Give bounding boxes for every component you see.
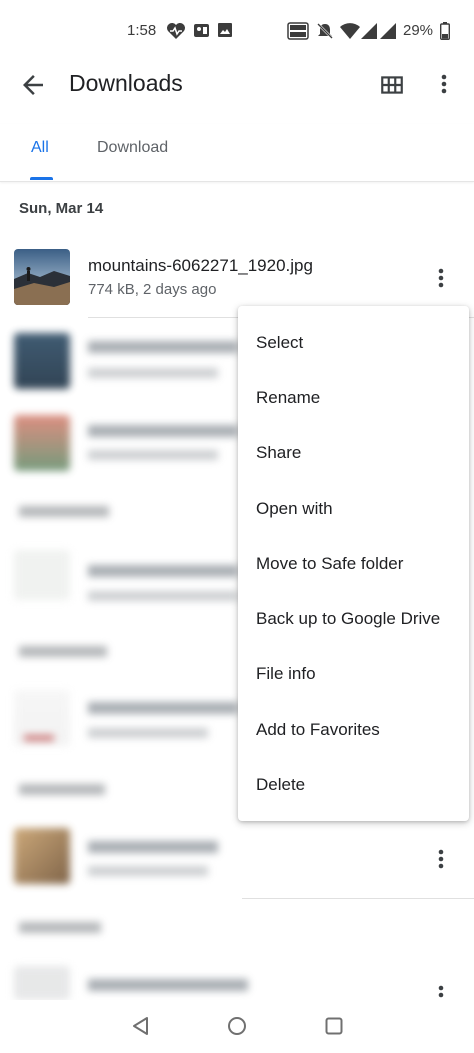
menu-item-back-up-to-google-drive[interactable]: Back up to Google Drive <box>256 609 440 629</box>
photos-notification-icon <box>194 24 209 37</box>
battery-percent: 29% <box>403 22 434 39</box>
menu-item-add-to-favorites[interactable]: Add to Favorites <box>256 720 380 740</box>
blurred-text <box>88 565 238 577</box>
blurred-text <box>88 702 238 714</box>
blurred-text <box>88 450 218 460</box>
tab-indicator <box>30 177 53 180</box>
nav-back-icon[interactable] <box>129 1014 153 1038</box>
section-header: Sun, Mar 14 <box>19 200 104 217</box>
menu-item-select[interactable]: Select <box>256 333 303 353</box>
blurred-text <box>88 425 238 437</box>
row-divider <box>242 898 474 899</box>
image-notification-icon <box>218 23 232 37</box>
system-nav-bar <box>0 1000 474 1053</box>
menu-item-rename[interactable]: Rename <box>256 388 320 408</box>
blurred-thumbnail <box>14 828 70 884</box>
tab-all[interactable]: All <box>31 139 49 157</box>
status-bar: 1:58 29% <box>0 0 474 62</box>
blurred-header <box>19 922 101 933</box>
blurred-header <box>19 646 107 657</box>
status-time: 1:58 <box>127 22 157 39</box>
volte-icon <box>287 22 309 40</box>
signal-icon-1 <box>361 23 377 39</box>
blurred-header <box>19 506 109 517</box>
blurred-text <box>88 866 208 876</box>
file-meta: 774 kB, 2 days ago <box>88 281 217 298</box>
nav-recents-icon[interactable] <box>322 1014 346 1038</box>
menu-item-delete[interactable]: Delete <box>256 775 305 795</box>
wifi-icon <box>340 23 360 39</box>
tab-bar: All Download <box>0 124 474 182</box>
file-name: mountains-6062271_1920.jpg <box>88 256 313 275</box>
back-arrow-icon[interactable] <box>18 70 48 100</box>
battery-icon <box>440 22 450 40</box>
row-more-icon[interactable] <box>433 982 449 1000</box>
context-menu: Select Rename Share Open with Move to Sa… <box>238 306 469 821</box>
blurred-thumbnail <box>14 415 70 471</box>
app-bar: Downloads <box>0 62 474 118</box>
row-more-icon[interactable] <box>433 846 449 872</box>
blurred-mark <box>24 735 54 741</box>
blurred-text <box>88 591 238 601</box>
blurred-thumbnail <box>14 333 70 389</box>
blurred-text <box>88 979 248 991</box>
file-thumbnail <box>14 249 70 305</box>
menu-item-file-info[interactable]: File info <box>256 664 316 684</box>
page-title: Downloads <box>69 70 183 96</box>
signal-icon-2 <box>380 23 396 39</box>
mute-icon <box>317 23 333 39</box>
blurred-thumbnail <box>14 966 70 1000</box>
tab-download[interactable]: Download <box>97 139 168 157</box>
blurred-text <box>88 841 218 853</box>
blurred-text <box>88 728 208 738</box>
nav-home-icon[interactable] <box>225 1014 249 1038</box>
blurred-text <box>88 341 238 353</box>
heart-pulse-icon <box>167 23 185 39</box>
grid-view-icon[interactable] <box>379 72 405 98</box>
more-options-icon[interactable] <box>432 70 456 98</box>
row-more-icon[interactable] <box>433 265 449 291</box>
blurred-header <box>19 784 105 795</box>
blurred-text <box>88 368 218 378</box>
blurred-thumbnail <box>14 550 70 600</box>
menu-item-share[interactable]: Share <box>256 443 301 463</box>
menu-item-open-with[interactable]: Open with <box>256 499 333 519</box>
menu-item-move-to-safe-folder[interactable]: Move to Safe folder <box>256 554 403 574</box>
